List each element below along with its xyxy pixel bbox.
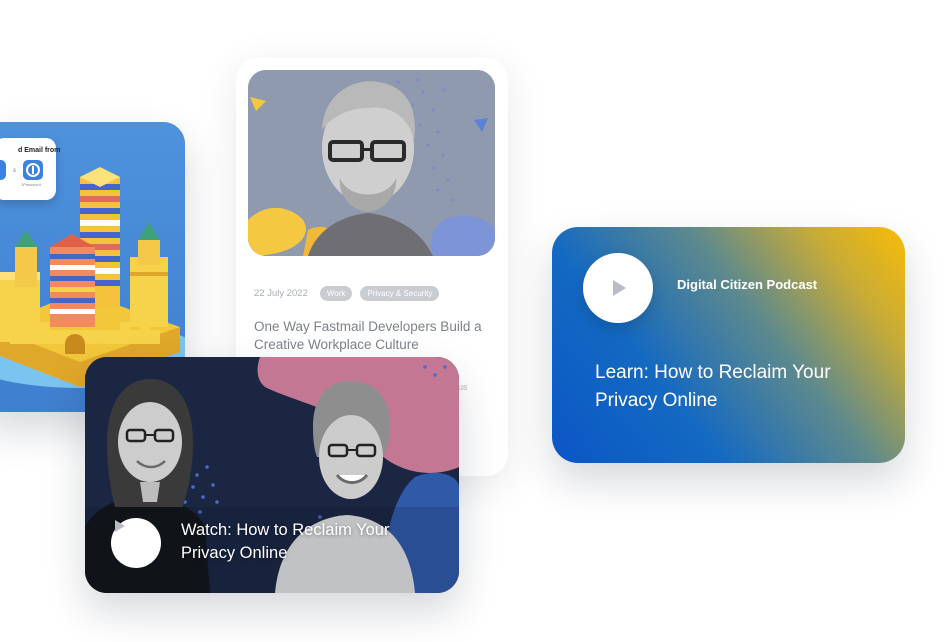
- play-icon: [613, 280, 626, 296]
- app-label: 1Password: [21, 182, 41, 187]
- article-date: 22 July 2022: [254, 288, 308, 299]
- decor-triangle-blue: [474, 118, 488, 132]
- email-popup: d Email from & 1Password: [0, 138, 60, 200]
- tag-privacy-security[interactable]: Privacy & Security: [360, 286, 440, 301]
- podcast-play-button[interactable]: [583, 253, 653, 323]
- popup-title: d Email from: [18, 147, 61, 154]
- article-title[interactable]: One Way Fastmail Developers Build a Crea…: [254, 318, 499, 354]
- podcast-episode-title[interactable]: Learn: How to Reclaim Your Privacy Onlin…: [595, 359, 875, 415]
- watch-video-card[interactable]: Watch: How to Reclaim Your Privacy Onlin…: [85, 357, 459, 593]
- app-icon: [0, 160, 6, 180]
- watch-play-button[interactable]: [111, 518, 161, 568]
- play-icon: [115, 520, 125, 532]
- onepassword-icon: [23, 160, 43, 180]
- podcast-card[interactable]: Digital Citizen Podcast Learn: How to Re…: [552, 227, 905, 463]
- watch-video-title[interactable]: Watch: How to Reclaim Your Privacy Onlin…: [181, 519, 441, 565]
- decor-triangle-yellow: [250, 97, 266, 111]
- article-meta: 22 July 2022 Work Privacy & Security: [254, 286, 440, 301]
- tag-work[interactable]: Work: [319, 286, 353, 301]
- podcast-name: Digital Citizen Podcast: [677, 277, 818, 292]
- article-author-photo: [248, 70, 495, 256]
